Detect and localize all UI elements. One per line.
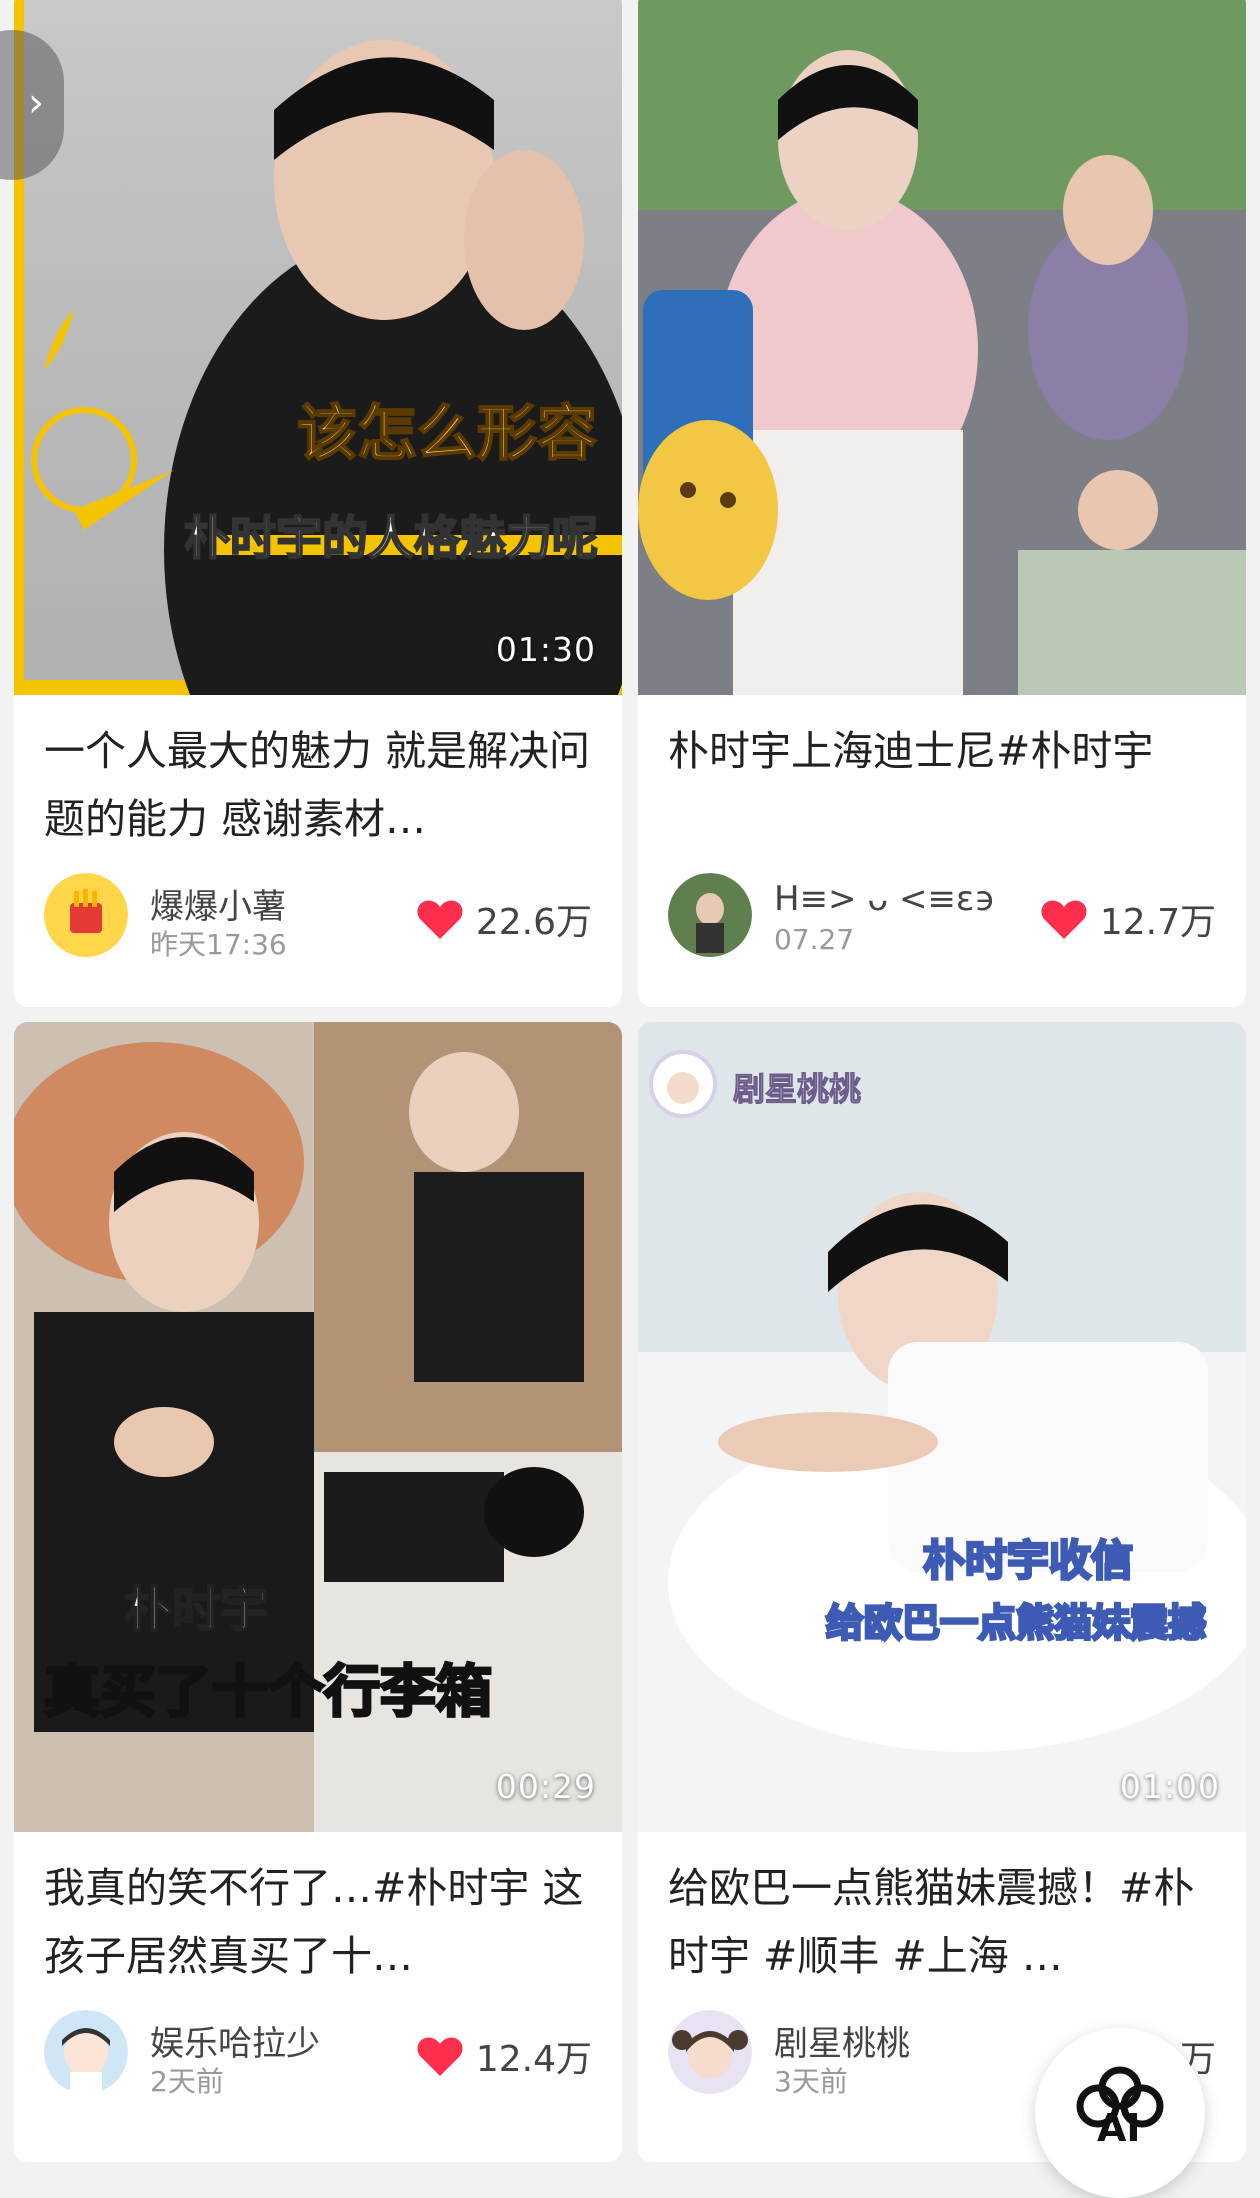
overlay-text-line2: 给欧巴一点熊猫妹震撼 [824, 1600, 1207, 1647]
overlay-text-line1: 朴时宇收信 [921, 1535, 1134, 1587]
avatar[interactable] [44, 873, 128, 957]
overlay-text-line1: 该怎么形容 [296, 398, 598, 470]
post-time: 3天前 [774, 2065, 848, 2098]
feed-grid: 该怎么形容 朴时宇的人格魅力呢 01:30 一个人最大的魅力 就是解决问题的能力… [0, 0, 1260, 2162]
card-title[interactable]: 给欧巴一点熊猫妹震撼！#朴时宇 #顺丰 #上海 … [668, 1854, 1216, 1990]
video-card[interactable]: 朴时宇 真买了十个行李箱 00:29 我真的笑不行了…#朴时宇 这孩子居然真买了… [14, 1022, 622, 2162]
heart-icon [417, 2037, 463, 2076]
avatar[interactable] [668, 2010, 752, 2094]
video-duration: 01:00 [1119, 1767, 1220, 1806]
video-thumbnail[interactable] [638, 0, 1246, 695]
heart-icon [1041, 900, 1087, 939]
like-button[interactable]: 22.6万 [416, 893, 592, 945]
post-time: 07.27 [774, 923, 855, 956]
thumbnail-art [638, 0, 1246, 695]
video-duration: 00:29 [495, 1767, 596, 1806]
like-count: 12.7万 [1099, 902, 1216, 943]
post-time: 2天前 [150, 2065, 224, 2098]
card-meta: 娱乐哈拉少 2天前 12.4万 [44, 2010, 592, 2100]
like-button[interactable]: 12.4万 [416, 2030, 592, 2082]
author-name[interactable]: 剧星桃桃 [774, 2016, 910, 2065]
video-card[interactable]: 朴时宇上海迪士尼#朴时宇 H≡> ᴗ <≡ɛ϶ 07.27 12.7万 [638, 0, 1246, 1007]
avatar[interactable] [668, 873, 752, 957]
side-drawer-handle[interactable]: › [0, 30, 64, 180]
card-meta: H≡> ᴗ <≡ɛ϶ 07.27 12.7万 [668, 873, 1216, 963]
chevron-right-icon: › [28, 80, 44, 126]
card-title[interactable]: 我真的笑不行了…#朴时宇 这孩子居然真买了十… [44, 1854, 592, 1990]
overlay-text-line1: 朴时宇 [123, 1581, 269, 1639]
ai-label: AI [1097, 2106, 1141, 2150]
video-thumbnail[interactable]: 朴时宇 真买了十个行李箱 00:29 [14, 1022, 622, 1832]
channel-watermark: 剧星桃桃 [732, 1070, 862, 1109]
like-button[interactable]: 12.7万 [1040, 893, 1216, 945]
like-count: 12.4万 [475, 2039, 592, 2080]
like-count: 22.6万 [475, 902, 592, 943]
card-meta: 爆爆小薯 昨天17:36 22.6万 [44, 873, 592, 963]
video-card[interactable]: 该怎么形容 朴时宇的人格魅力呢 01:30 一个人最大的魅力 就是解决问题的能力… [14, 0, 622, 1007]
overlay-text-line2: 真买了十个行李箱 [43, 1659, 494, 1727]
video-thumbnail[interactable]: 剧星桃桃 朴时宇收信 给欧巴一点熊猫妹震撼 01:00 [638, 1022, 1246, 1832]
avatar[interactable] [44, 2010, 128, 2094]
video-duration: 01:30 [495, 630, 596, 669]
heart-icon [417, 900, 463, 939]
video-card[interactable]: 剧星桃桃 朴时宇收信 给欧巴一点熊猫妹震撼 01:00 给欧巴一点熊猫妹震撼！#… [638, 1022, 1246, 2162]
card-title[interactable]: 一个人最大的魅力 就是解决问题的能力 感谢素材… [44, 717, 592, 853]
author-name[interactable]: 娱乐哈拉少 [150, 2016, 320, 2065]
thumbnail-art [14, 0, 622, 695]
author-name[interactable]: H≡> ᴗ <≡ɛ϶ [774, 879, 995, 919]
author-name[interactable]: 爆爆小薯 [150, 879, 286, 928]
video-thumbnail[interactable]: 该怎么形容 朴时宇的人格魅力呢 01:30 [14, 0, 622, 695]
thumbnail-art [638, 1022, 1246, 1832]
ai-assistant-button[interactable]: AI [1035, 2028, 1205, 2198]
overlay-text-line2: 朴时宇的人格魅力呢 [183, 510, 599, 566]
post-time: 昨天17:36 [150, 928, 287, 961]
card-title[interactable]: 朴时宇上海迪士尼#朴时宇 [668, 717, 1216, 853]
